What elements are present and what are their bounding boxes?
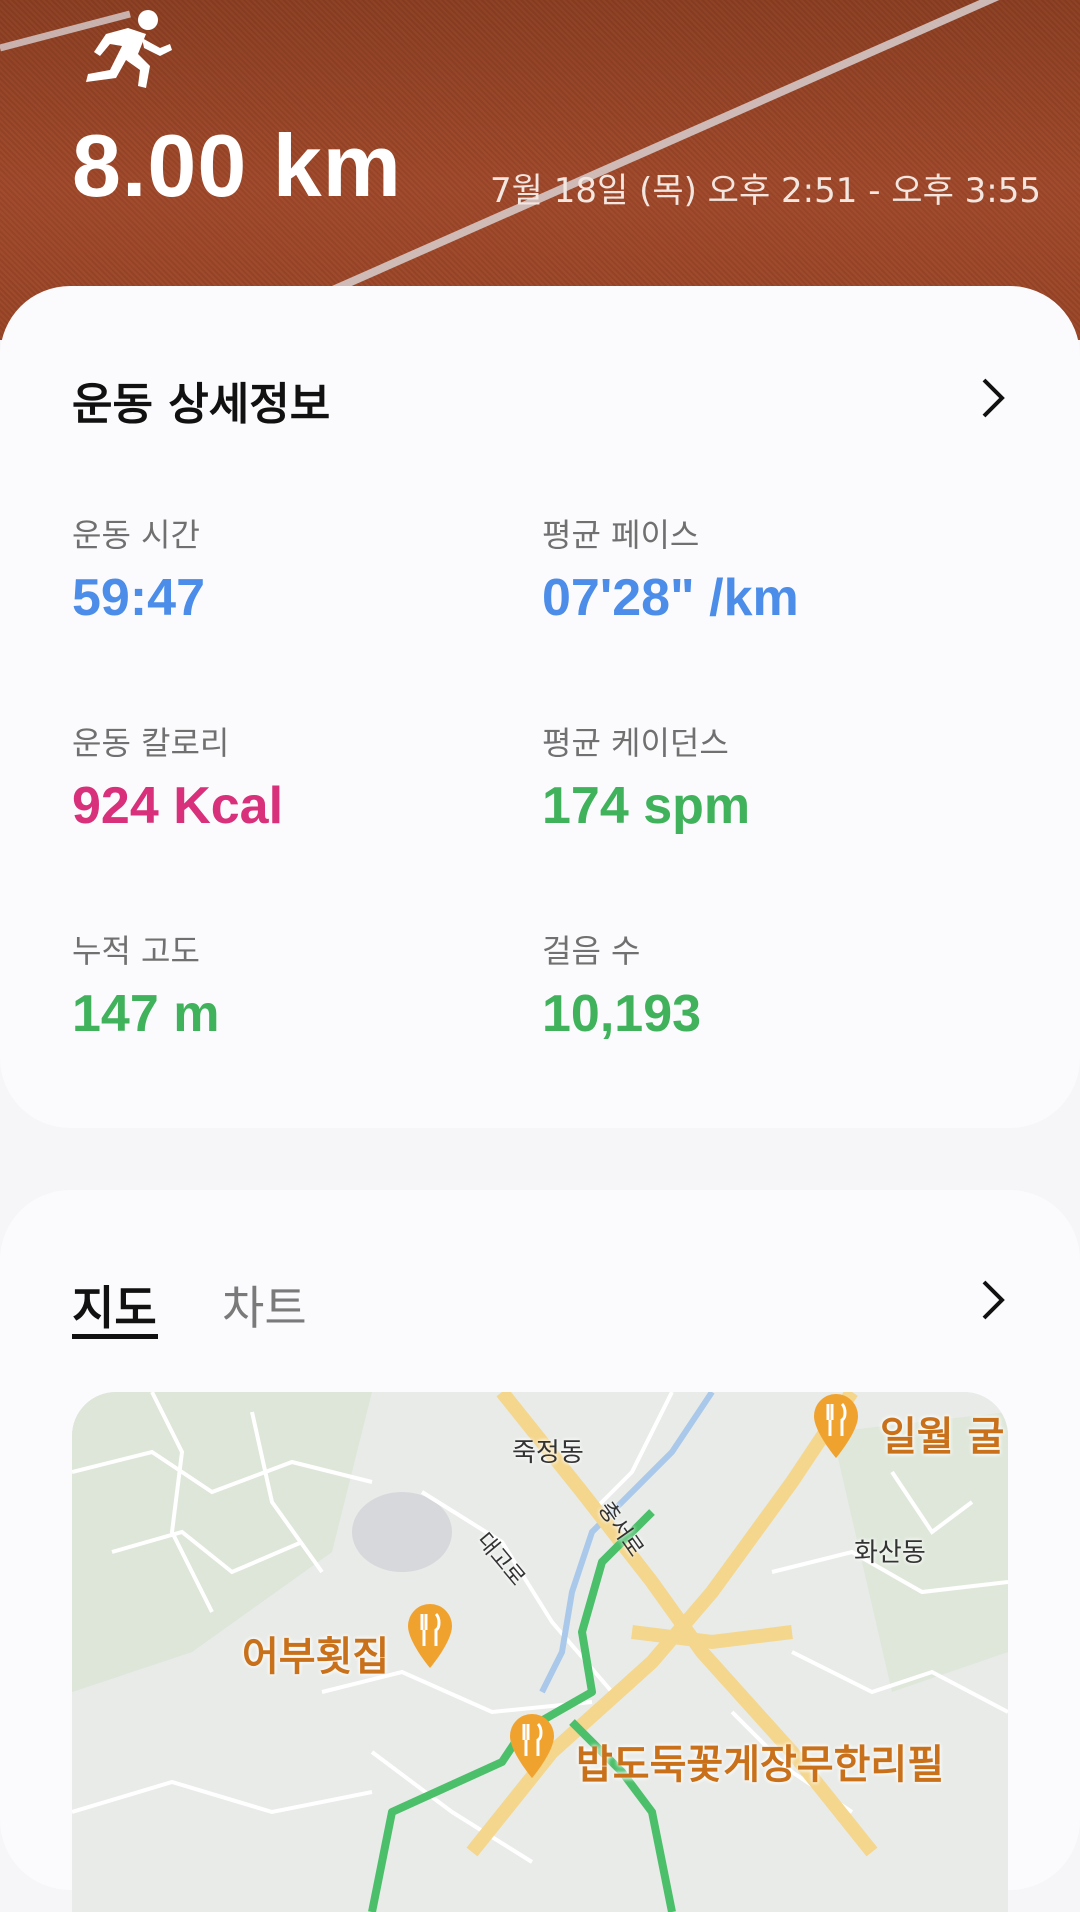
stat-label-duration: 운동 시간 bbox=[72, 516, 200, 554]
stat-label-steps: 걸음 수 bbox=[542, 932, 641, 970]
tab-chart[interactable]: 차트 bbox=[222, 1272, 307, 1338]
map-background bbox=[72, 1392, 1008, 1912]
total-distance: 8.00 km bbox=[72, 116, 402, 215]
map-place-label: 화산동 bbox=[854, 1538, 926, 1568]
poi-label: 밥도둑꽃게장무한리필 bbox=[576, 1742, 944, 1788]
chevron-right-icon[interactable] bbox=[978, 1278, 1008, 1322]
details-title: 운동 상세정보 bbox=[72, 379, 331, 430]
restaurant-pin-icon[interactable] bbox=[812, 1392, 860, 1460]
map-place-label: 죽정동 bbox=[512, 1438, 584, 1468]
stat-label-cadence: 평균 케이던스 bbox=[542, 724, 729, 762]
tab-map[interactable]: 지도 bbox=[72, 1272, 157, 1338]
stat-value-steps: 10,193 bbox=[542, 985, 702, 1043]
stat-value-elevation: 147 m bbox=[72, 985, 220, 1043]
workout-datetime: 7월 18일 (목) 오후 2:51 - 오후 3:55 bbox=[490, 171, 1042, 211]
running-icon bbox=[86, 10, 172, 88]
stat-value-calories: 924 Kcal bbox=[72, 777, 284, 835]
map-card: 지도 차트 죽정동 화산동 대고로 충서로 일월 굴 어부횟집 밥도둑꽃게장무한… bbox=[0, 1190, 1080, 1912]
restaurant-pin-icon[interactable] bbox=[406, 1602, 454, 1670]
stat-label-elevation: 누적 고도 bbox=[72, 932, 200, 970]
workout-details-card: 운동 상세정보 운동 시간 59:47 평균 페이스 07'28" /km 운동… bbox=[0, 286, 1080, 1128]
active-tab-indicator bbox=[72, 1334, 158, 1339]
stat-label-pace: 평균 페이스 bbox=[542, 516, 700, 554]
stat-value-duration: 59:47 bbox=[72, 569, 205, 627]
poi-label: 일월 굴 bbox=[880, 1414, 1005, 1460]
poi-label: 어부횟집 bbox=[242, 1634, 390, 1680]
route-map[interactable]: 죽정동 화산동 대고로 충서로 일월 굴 어부횟집 밥도둑꽃게장무한리필 bbox=[72, 1392, 1008, 1912]
chevron-right-icon[interactable] bbox=[978, 376, 1008, 420]
restaurant-pin-icon[interactable] bbox=[508, 1712, 556, 1780]
stat-label-calories: 운동 칼로리 bbox=[72, 724, 230, 762]
stat-value-pace: 07'28" /km bbox=[542, 569, 799, 627]
stat-value-cadence: 174 spm bbox=[542, 777, 751, 835]
